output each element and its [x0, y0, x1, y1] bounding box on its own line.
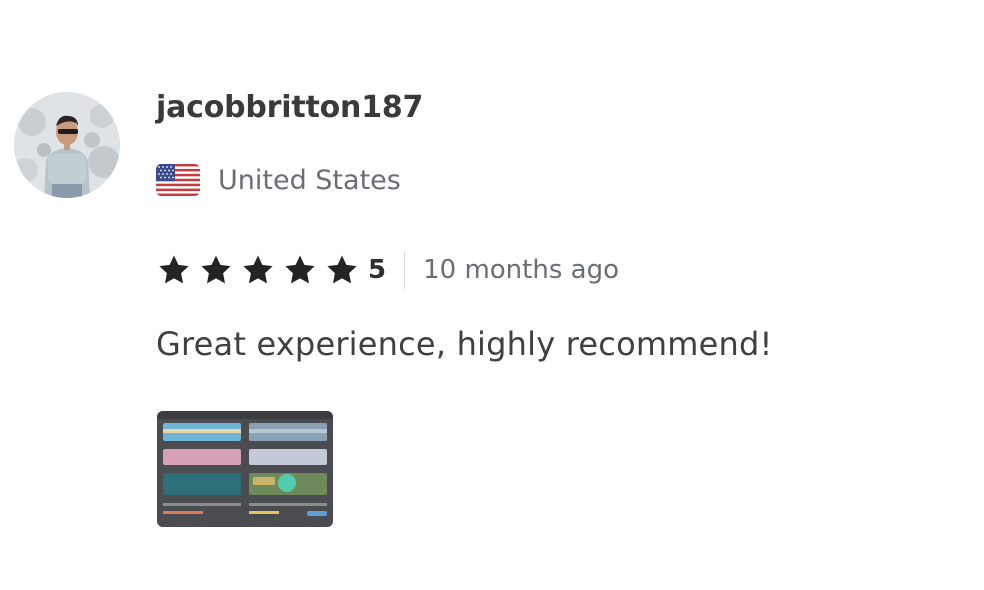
country-row: United States — [156, 160, 401, 200]
rating-value: 5 — [368, 255, 387, 285]
star-icon — [156, 253, 192, 287]
attachment-thumbnail[interactable] — [157, 411, 333, 527]
country-name: United States — [218, 164, 401, 196]
review-card: jacobbritton187 United States 5 10 month… — [0, 0, 984, 590]
review-time: 10 months ago — [423, 255, 619, 285]
image-thumbnail-icon — [157, 411, 333, 527]
review-text: Great experience, highly recommend! — [156, 325, 773, 363]
star-icon — [324, 253, 360, 287]
star-icon — [282, 253, 318, 287]
star-icon — [198, 253, 234, 287]
us-flag-icon — [156, 164, 200, 196]
star-icon — [240, 253, 276, 287]
avatar-image — [14, 92, 120, 198]
rating-row: 5 10 months ago — [156, 250, 619, 290]
divider — [404, 251, 406, 289]
star-rating — [156, 253, 366, 287]
avatar[interactable] — [14, 92, 120, 198]
username[interactable]: jacobbritton187 — [156, 90, 423, 125]
